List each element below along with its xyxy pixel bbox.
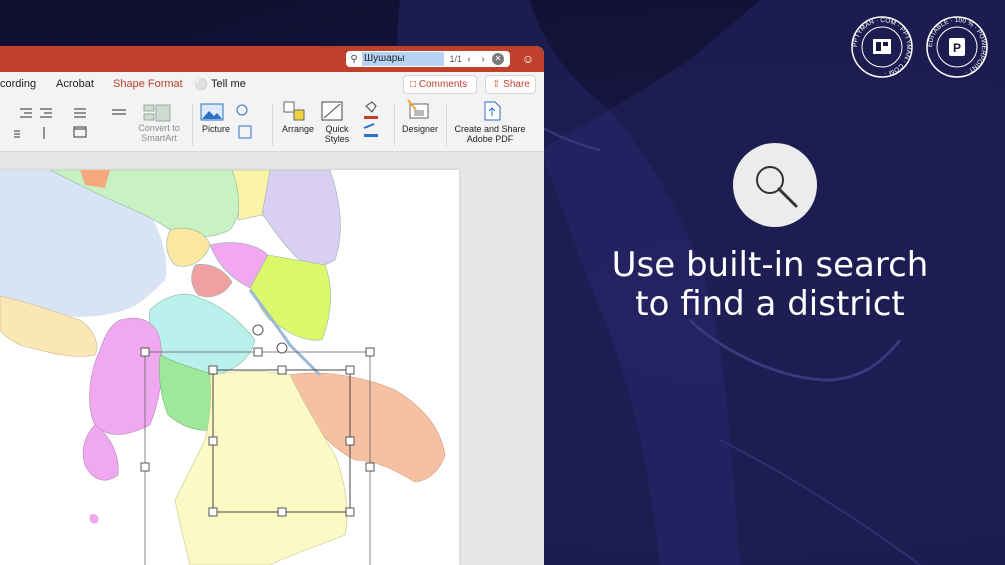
comments-label: Comments (418, 79, 468, 90)
search-graphic (733, 143, 817, 227)
search-input[interactable]: Шушары (362, 52, 444, 66)
search-field[interactable]: ⚲ Шушары 1/1 ‹ › ✕ (346, 51, 510, 67)
tab-recording[interactable]: cording (0, 78, 36, 90)
designer-icon[interactable] (406, 98, 434, 124)
smartart-icon[interactable] (140, 102, 176, 124)
comments-button[interactable]: □ Comments (403, 75, 477, 94)
tab-shape-format[interactable]: Shape Format (113, 78, 183, 90)
next-result-icon[interactable]: › (476, 54, 490, 65)
share-icon: ⇧ (492, 79, 501, 90)
picture-icon[interactable] (200, 102, 262, 142)
share-button[interactable]: ⇧ Share (485, 75, 536, 94)
tab-acrobat[interactable]: Acrobat (56, 78, 94, 90)
designer-label[interactable]: Designer (400, 124, 440, 134)
comment-icon: □ (410, 79, 417, 90)
paragraph-controls-icon[interactable] (14, 103, 144, 143)
create-share-pdf-label[interactable]: Create and Share Adobe PDF (454, 124, 526, 144)
ribbon-tab-bar: cording Acrobat Shape Format ⚪ Tell me □… (0, 72, 544, 98)
previous-result-icon[interactable]: ‹ (462, 54, 476, 65)
editable-powerpoint-badge-icon: EDITABLE · 100 % · POWERPOINT · P (926, 16, 988, 78)
share-label: Share (503, 79, 530, 90)
headline-line-2: to find a district (635, 284, 905, 324)
arrange-icon[interactable] (282, 100, 314, 124)
title-bar: ⚲ Шушары 1/1 ‹ › ✕ ☺ (0, 46, 544, 72)
tab-tell-me[interactable]: Tell me (211, 78, 246, 90)
svg-text:P: P (953, 41, 961, 55)
headline-line-1: Use built-in search (611, 245, 929, 285)
search-result-count: 1/1 (449, 54, 462, 64)
ribbon-toolbar: Convert to SmartArt Picture Arrange Quic… (0, 98, 544, 152)
adobe-pdf-icon[interactable] (480, 98, 504, 124)
promo-headline: Use built-in search to find a district (600, 246, 940, 324)
people-icon[interactable]: ☺ (520, 51, 536, 67)
arrange-label[interactable]: Arrange (280, 124, 316, 134)
district-map-graphic[interactable] (0, 170, 459, 565)
powerpoint-window: ⚲ Шушары 1/1 ‹ › ✕ ☺ cording Acrobat Sha… (0, 46, 544, 565)
slide[interactable] (0, 170, 459, 565)
clear-search-icon[interactable]: ✕ (492, 53, 504, 65)
convert-smartart-label[interactable]: Convert to SmartArt (128, 123, 190, 143)
tell-me-bulb-icon[interactable]: ⚪ (194, 78, 208, 91)
quick-styles-label[interactable]: Quick Styles (320, 124, 354, 144)
picture-label[interactable]: Picture (198, 124, 234, 134)
slide-canvas-area (0, 152, 544, 565)
search-icon (756, 166, 798, 208)
search-icon[interactable]: ⚲ (346, 54, 362, 65)
pptyman-badge-icon: PPTYMAN · COM · PPTYMAN · COM · (851, 16, 913, 78)
